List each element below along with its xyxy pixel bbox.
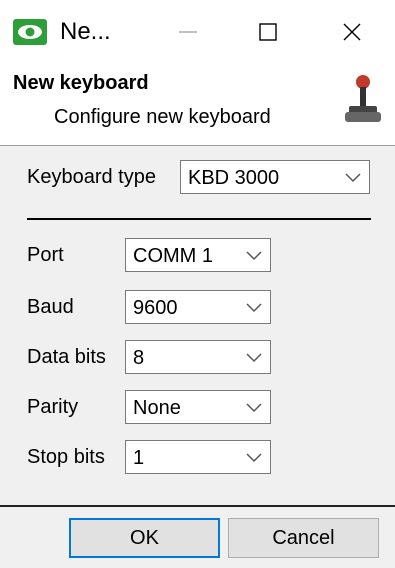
port-label: Port — [27, 244, 64, 266]
chevron-down-icon — [246, 303, 262, 313]
stop-bits-value: 1 — [133, 447, 145, 469]
joystick-icon — [345, 75, 381, 122]
chevron-down-icon — [246, 353, 262, 363]
dialog-title: New keyboard — [13, 72, 149, 94]
stop-bits-select[interactable]: 1 — [125, 440, 271, 474]
keyboard-type-value: KBD 3000 — [188, 167, 280, 189]
chevron-down-icon — [246, 251, 262, 261]
parity-label: Parity — [27, 396, 79, 418]
port-select[interactable]: COMM 1 — [125, 238, 271, 272]
baud-select[interactable]: 9600 — [125, 290, 271, 324]
parity-value: None — [133, 397, 181, 419]
data-bits-select[interactable]: 8 — [125, 340, 271, 374]
data-bits-label: Data bits — [27, 346, 106, 368]
maximize-icon — [259, 23, 277, 41]
dialog-subtitle: Configure new keyboard — [54, 106, 271, 128]
keyboard-type-label: Keyboard type — [27, 166, 156, 188]
baud-label: Baud — [27, 296, 74, 318]
chevron-down-icon — [246, 403, 262, 413]
keyboard-type-select[interactable]: KBD 3000 — [180, 160, 370, 194]
window-title: Ne... — [60, 18, 111, 45]
maximize-button[interactable] — [248, 12, 288, 52]
chevron-down-icon — [246, 453, 262, 463]
close-button[interactable] — [332, 12, 372, 52]
data-bits-value: 8 — [133, 347, 145, 369]
stop-bits-label: Stop bits — [27, 446, 105, 468]
eye-app-icon — [13, 19, 47, 45]
close-icon — [343, 23, 361, 41]
parity-select[interactable]: None — [125, 390, 271, 424]
minimize-button[interactable] — [168, 12, 208, 52]
port-value: COMM 1 — [133, 245, 213, 267]
minimize-icon — [179, 31, 197, 33]
chevron-down-icon — [345, 173, 361, 183]
title-bar: Ne... — [0, 0, 395, 66]
ok-button[interactable]: OK — [69, 518, 220, 558]
cancel-button[interactable]: Cancel — [228, 518, 379, 558]
separator — [27, 218, 371, 220]
baud-value: 9600 — [133, 297, 178, 319]
